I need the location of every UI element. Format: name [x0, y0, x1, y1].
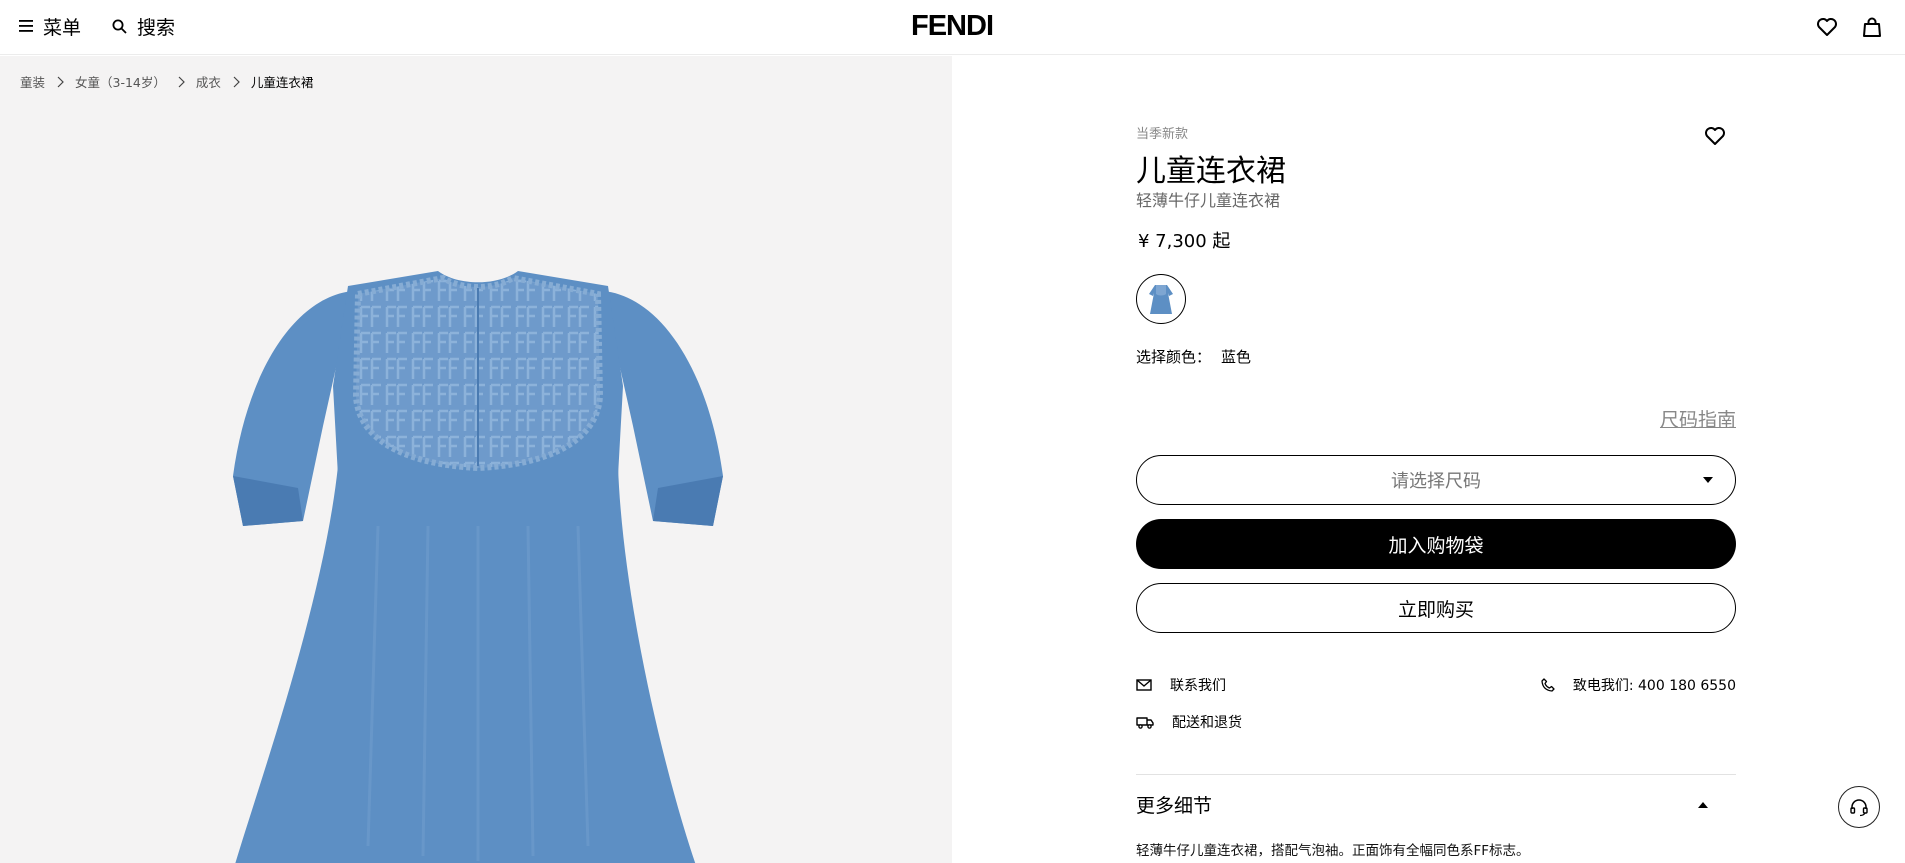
breadcrumb: 童装 女童（3-14岁） 成衣 儿童连衣裙: [20, 72, 313, 91]
shipping-returns-link[interactable]: 配送和退货: [1136, 712, 1242, 732]
mail-icon: [1136, 679, 1152, 691]
add-to-bag-button[interactable]: 加入购物袋: [1136, 519, 1736, 569]
product-gallery: 童装 女童（3-14岁） 成衣 儿童连衣裙: [0, 56, 952, 863]
breadcrumb-item[interactable]: 童装: [20, 72, 45, 91]
size-select[interactable]: 请选择尺码: [1136, 455, 1736, 505]
product-image[interactable]: [228, 226, 728, 863]
more-details-toggle[interactable]: 更多细节: [1136, 791, 1736, 818]
menu-label: 菜单: [43, 16, 82, 39]
color-label: 选择颜色：: [1136, 348, 1212, 366]
menu-button[interactable]: 菜单: [19, 13, 81, 39]
color-swatch-blue[interactable]: [1136, 274, 1186, 324]
divider: [1136, 774, 1736, 775]
chevron-up-icon: [1698, 801, 1708, 808]
chevron-right-icon: [57, 76, 64, 87]
phone-icon: [1541, 678, 1555, 692]
heart-icon[interactable]: [1703, 124, 1727, 148]
contact-us-link[interactable]: 联系我们: [1136, 675, 1226, 695]
menu-icon: [19, 20, 33, 32]
chevron-down-icon: [1703, 477, 1713, 483]
chevron-right-icon: [233, 76, 240, 87]
color-value: 蓝色: [1221, 348, 1252, 366]
product-subtitle: 轻薄牛仔儿童连衣裙: [1136, 191, 1281, 210]
brand-logo[interactable]: FENDI: [907, 10, 997, 43]
contact-us-label: 联系我们: [1170, 678, 1226, 694]
search-icon: [112, 19, 127, 34]
search-button[interactable]: 搜索: [112, 13, 175, 39]
call-us-label: 致电我们: 400 180 6550: [1572, 678, 1736, 694]
heart-icon[interactable]: [1815, 15, 1839, 39]
breadcrumb-item[interactable]: 成衣: [196, 72, 221, 91]
chevron-right-icon: [178, 76, 185, 87]
truck-icon: [1136, 717, 1154, 729]
call-us-link[interactable]: 致电我们: 400 180 6550: [1541, 675, 1736, 695]
size-placeholder: 请选择尺码: [1391, 471, 1481, 492]
color-selection: 选择颜色： 蓝色: [1136, 346, 1251, 367]
size-guide-link[interactable]: 尺码指南: [1136, 405, 1736, 432]
headset-icon: [1850, 799, 1868, 817]
customer-service-button[interactable]: [1838, 786, 1880, 828]
site-header: 菜单 搜索 FENDI: [0, 0, 1905, 55]
dress-thumbnail-icon: [1149, 285, 1173, 314]
new-season-tag: 当季新款: [1136, 127, 1189, 142]
product-title: 儿童连衣裙: [1136, 154, 1286, 189]
shipping-returns-label: 配送和退货: [1172, 715, 1242, 731]
bag-icon[interactable]: [1860, 15, 1884, 39]
buy-now-button[interactable]: 立即购买: [1136, 583, 1736, 633]
search-label: 搜索: [137, 16, 176, 39]
more-details-label: 更多细节: [1136, 795, 1213, 817]
breadcrumb-item[interactable]: 女童（3-14岁）: [75, 72, 166, 91]
breadcrumb-current: 儿童连衣裙: [250, 75, 314, 90]
product-price: ¥ 7,300 起: [1138, 231, 1231, 252]
details-description: 轻薄牛仔儿童连衣裙，搭配气泡袖。正面饰有全幅同色系FF标志。: [1136, 843, 1530, 859]
